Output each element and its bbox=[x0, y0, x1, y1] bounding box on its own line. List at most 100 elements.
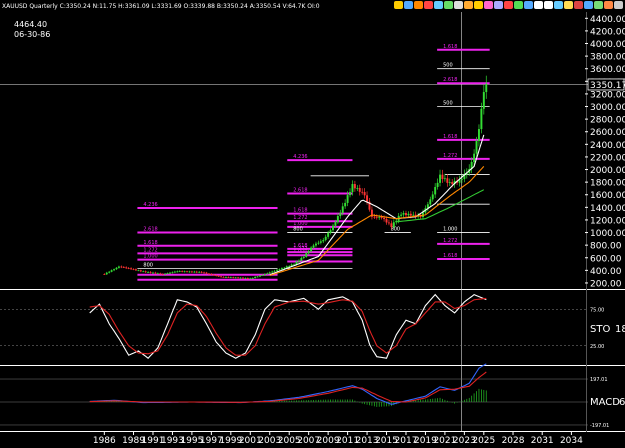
candle-body bbox=[390, 223, 393, 228]
chart-icon[interactable] bbox=[494, 1, 503, 9]
candle-body bbox=[436, 182, 439, 187]
level-label: 1.618 bbox=[443, 253, 457, 259]
candle-body bbox=[473, 153, 476, 162]
x-tick-label: 2031 bbox=[531, 436, 554, 446]
candle-body bbox=[108, 271, 111, 273]
lock-icon[interactable] bbox=[474, 1, 483, 9]
candle-body bbox=[188, 271, 191, 273]
candle-body bbox=[237, 277, 240, 279]
cursor-value-readout: 4464.40 bbox=[14, 20, 47, 29]
candle-body bbox=[480, 108, 483, 130]
candle-body bbox=[409, 213, 412, 216]
pin-icon[interactable] bbox=[504, 1, 513, 9]
candle-body bbox=[171, 272, 174, 274]
candle-body bbox=[485, 83, 488, 93]
candle-body bbox=[169, 272, 171, 274]
candle-body bbox=[105, 272, 108, 275]
chart-icon[interactable] bbox=[594, 1, 603, 9]
candle-body bbox=[385, 219, 388, 223]
price-tick-label: 1000.00 bbox=[590, 229, 625, 239]
chart-icon[interactable] bbox=[514, 1, 523, 9]
candle-body bbox=[285, 266, 288, 268]
chart-icon[interactable] bbox=[574, 1, 583, 9]
candle-body bbox=[234, 277, 237, 279]
minus-icon[interactable] bbox=[544, 1, 553, 9]
candle-body bbox=[312, 245, 315, 248]
candle-body bbox=[164, 273, 167, 275]
candle-body bbox=[144, 271, 147, 273]
xauusd-quarterly-chart[interactable]: 1.6185002.6185001.6181.2721.0001.2721.61… bbox=[0, 0, 625, 448]
candle-body bbox=[120, 266, 123, 268]
candle-body bbox=[329, 230, 332, 233]
candle-body bbox=[156, 273, 159, 275]
candle-body bbox=[215, 275, 218, 276]
candle-body bbox=[134, 269, 137, 271]
level-label: 800 bbox=[391, 227, 401, 233]
level-label: 1.618 bbox=[443, 134, 457, 140]
chart-icon[interactable] bbox=[484, 1, 493, 9]
candle-body bbox=[378, 216, 381, 218]
chart-icon[interactable] bbox=[444, 1, 453, 9]
price-tick-label: 1600.00 bbox=[590, 191, 625, 201]
level-label: 2.618 bbox=[143, 227, 157, 233]
price-tick-label: 4400.00 bbox=[590, 15, 625, 25]
chart-icon[interactable] bbox=[464, 1, 473, 9]
candle-body bbox=[122, 267, 125, 268]
candle-body bbox=[356, 188, 359, 189]
candle-body bbox=[278, 269, 281, 271]
candle-body bbox=[205, 272, 208, 274]
level-label: 500 bbox=[443, 101, 453, 107]
macd-line bbox=[89, 363, 487, 405]
candle-body bbox=[353, 184, 356, 189]
warning-icon[interactable] bbox=[394, 1, 403, 9]
candle-body bbox=[154, 272, 157, 274]
chart-icon[interactable] bbox=[404, 1, 413, 9]
price-tick-label: 4200.00 bbox=[590, 27, 625, 37]
macd-level-label: 197.01 bbox=[590, 377, 608, 383]
stochastic-value: 18 bbox=[615, 324, 625, 335]
candle-body bbox=[297, 260, 300, 262]
price-tick-label: 1400.00 bbox=[590, 204, 625, 214]
price-tick-label: 2600.00 bbox=[590, 128, 625, 138]
candle-body bbox=[344, 202, 347, 207]
chart-icon[interactable] bbox=[614, 1, 623, 9]
candle-body bbox=[276, 269, 279, 271]
x-tick-label: 1986 bbox=[93, 436, 116, 446]
price-tick-label: 3200.00 bbox=[590, 90, 625, 100]
cursor-date-readout: 06-30-86 bbox=[14, 30, 50, 39]
candle-body bbox=[220, 276, 223, 278]
candle-body bbox=[366, 195, 369, 202]
price-tick-label: 2000.00 bbox=[590, 166, 625, 176]
level-label: 2.618 bbox=[293, 187, 307, 193]
grid-icon[interactable] bbox=[454, 1, 463, 9]
macd-line bbox=[89, 371, 487, 403]
chart-icon[interactable] bbox=[424, 1, 433, 9]
candle-body bbox=[161, 273, 164, 275]
candle-body bbox=[300, 257, 303, 261]
chart-icon[interactable] bbox=[554, 1, 563, 9]
chart-icon[interactable] bbox=[414, 1, 423, 9]
candle-body bbox=[256, 276, 259, 278]
zoom-icon[interactable] bbox=[434, 1, 443, 9]
candle-body bbox=[103, 274, 106, 275]
candle-body bbox=[263, 274, 266, 275]
price-tick-label: 1200.00 bbox=[590, 216, 625, 226]
chart-icon[interactable] bbox=[564, 1, 573, 9]
candle-body bbox=[351, 184, 354, 193]
candle-body bbox=[439, 174, 442, 183]
chart-icon[interactable] bbox=[604, 1, 613, 9]
candle-body bbox=[242, 277, 244, 279]
candle-body bbox=[207, 273, 210, 275]
candle-body bbox=[147, 271, 150, 273]
candle-body bbox=[446, 178, 449, 183]
chart-icon[interactable] bbox=[524, 1, 533, 9]
candle-body bbox=[332, 225, 334, 231]
price-tick-label: 3000.00 bbox=[590, 103, 625, 113]
chart-icon[interactable] bbox=[584, 1, 593, 9]
candle-body bbox=[227, 277, 230, 278]
price-tick-label: 800.00 bbox=[590, 242, 622, 252]
plus-icon[interactable] bbox=[534, 1, 543, 9]
macd-level-label: -197.01 bbox=[590, 423, 609, 429]
candle-body bbox=[132, 269, 135, 271]
candle-body bbox=[152, 272, 154, 274]
